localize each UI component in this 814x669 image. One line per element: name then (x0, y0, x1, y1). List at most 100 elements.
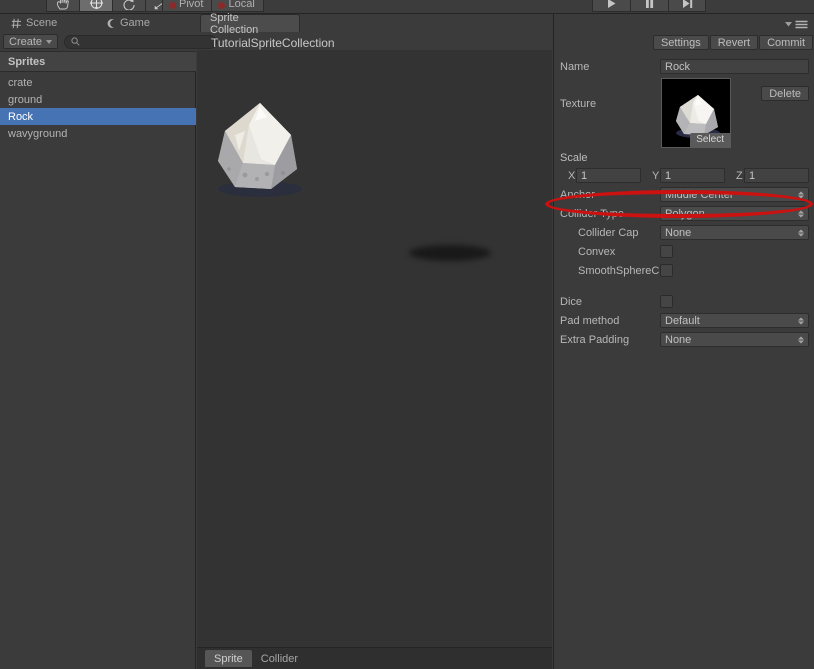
tab-scene-label: Scene (26, 17, 58, 29)
delete-label: Delete (769, 87, 801, 100)
play-button[interactable] (592, 0, 630, 12)
tab-game-label: Game (120, 17, 150, 29)
list-item[interactable]: crate (0, 74, 196, 91)
hand-tool-button[interactable] (46, 0, 79, 12)
settings-label: Settings (660, 36, 701, 49)
revert-label: Revert (717, 36, 751, 49)
name-value: Rock (665, 60, 691, 73)
collider-cap-dropdown[interactable]: None (660, 225, 809, 240)
asset-title-label: TutorialSpriteCollection (211, 35, 335, 50)
inspector-options-menu[interactable] (784, 20, 808, 29)
unity-editor-window: Pivot Local Scene Game Sprite Collection… (0, 0, 814, 669)
search-input[interactable] (80, 36, 217, 47)
smooth-sphere-label: SmoothSphereC (578, 264, 660, 277)
name-input[interactable]: Rock (660, 59, 809, 74)
list-item[interactable]: wavyground (0, 125, 196, 142)
anchor-dropdown[interactable]: Middle Center (660, 187, 809, 202)
pad-method-row: Pad method Default (554, 311, 814, 330)
pause-icon (646, 0, 654, 8)
convex-label: Convex (578, 245, 616, 258)
collider-type-row: Collider Type Polygon (554, 204, 814, 223)
transform-tools-group (46, 0, 178, 12)
hamburger-icon (795, 20, 808, 29)
page-title: TutorialSpriteCollection (202, 33, 552, 52)
collider-type-dropdown[interactable]: Polygon (660, 206, 809, 221)
commit-button[interactable]: Commit (759, 35, 813, 50)
tab-collider[interactable]: Collider (252, 650, 307, 667)
name-label: Name (560, 60, 590, 73)
search-field[interactable] (64, 34, 218, 49)
pivot-dot-icon (169, 2, 176, 9)
chevron-down-icon (46, 39, 53, 44)
collider-type-value: Polygon (665, 207, 705, 220)
playback-controls-group (592, 0, 706, 12)
tab-game[interactable]: Game (96, 14, 168, 32)
move-tool-button[interactable] (79, 0, 112, 12)
texture-label: Texture (560, 98, 597, 110)
tab-sprite-collection-label: Sprite Collection (210, 11, 259, 36)
inspector-fields: Name Rock Texture Select Delete Scale X … (554, 52, 814, 669)
settings-button[interactable]: Settings (652, 35, 709, 50)
scale-y-value: 1 (665, 169, 672, 182)
scale-z-value: 1 (749, 169, 756, 182)
sprites-panel-toolbar: Create (0, 32, 218, 52)
scale-y-input[interactable]: 1 (660, 168, 725, 183)
dropdown-arrows-icon (798, 336, 804, 343)
step-button[interactable] (668, 0, 706, 12)
scale-x-label: X (568, 169, 576, 182)
scale-z-input[interactable]: 1 (744, 168, 809, 183)
tab-scene[interactable]: Scene (2, 14, 76, 32)
dice-label: Dice (560, 295, 583, 308)
pivot-toggle-button[interactable]: Pivot (162, 0, 212, 12)
sprite-preview-viewport[interactable] (197, 50, 552, 647)
list-item[interactable]: ground (0, 91, 196, 108)
pivot-mode-group: Pivot Local (162, 0, 264, 12)
collider-type-label: Collider Type (560, 207, 624, 220)
pause-button[interactable] (630, 0, 668, 12)
scale-y-label: Y (652, 169, 660, 182)
anchor-row: Anchor Middle Center (554, 185, 814, 204)
texture-select-button[interactable]: Select (690, 133, 730, 147)
rock-shadow (409, 245, 491, 261)
preview-mode-tabs: Sprite Collider (197, 647, 552, 669)
scale-label: Scale (560, 151, 588, 164)
sprite-item-label: crate (8, 76, 33, 89)
local-label: Local (228, 0, 255, 10)
tab-sprite-collection[interactable]: Sprite Collection (200, 12, 300, 36)
name-row: Name Rock (554, 57, 814, 76)
smooth-sphere-checkbox[interactable] (660, 264, 673, 277)
scale-x-input[interactable]: 1 (576, 168, 641, 183)
dropdown-arrows-icon (798, 229, 804, 236)
rotate-tool-button[interactable] (112, 0, 145, 12)
dropdown-arrows-icon (798, 317, 804, 324)
create-button[interactable]: Create (3, 34, 59, 49)
pad-method-value: Default (665, 314, 700, 327)
tab-sprite[interactable]: Sprite (205, 650, 252, 667)
tab-collider-label: Collider (260, 652, 299, 665)
texture-row: Texture Select Delete (554, 76, 814, 148)
scale-row: X 1 Y 1 Z 1 (554, 166, 814, 185)
convex-row: Convex (554, 242, 814, 261)
pad-method-dropdown[interactable]: Default (660, 313, 809, 328)
chevron-down-icon (785, 22, 792, 27)
texture-thumbnail[interactable]: Select (661, 78, 731, 148)
convex-checkbox[interactable] (660, 245, 673, 258)
grid-icon (11, 18, 21, 28)
sprite-item-label: wavyground (8, 127, 68, 140)
list-item-selected[interactable]: Rock (0, 108, 196, 125)
field-spacer (554, 280, 814, 292)
dice-checkbox[interactable] (660, 295, 673, 308)
sprites-header: Sprites (0, 52, 196, 72)
asset-title-bar: TutorialSpriteCollection Settings Revert… (211, 33, 814, 52)
delete-button[interactable]: Delete (761, 86, 809, 101)
revert-button[interactable]: Revert (709, 35, 759, 50)
texture-select-label: Select (696, 134, 724, 145)
sprites-header-label: Sprites (8, 55, 46, 68)
smooth-sphere-row: SmoothSphereC (554, 261, 814, 280)
anchor-value: Middle Center (665, 188, 734, 201)
play-icon (608, 0, 616, 8)
local-toggle-button[interactable]: Local (211, 0, 264, 12)
create-label: Create (9, 35, 43, 48)
commit-label: Commit (767, 36, 805, 49)
extra-padding-dropdown[interactable]: None (660, 332, 809, 347)
